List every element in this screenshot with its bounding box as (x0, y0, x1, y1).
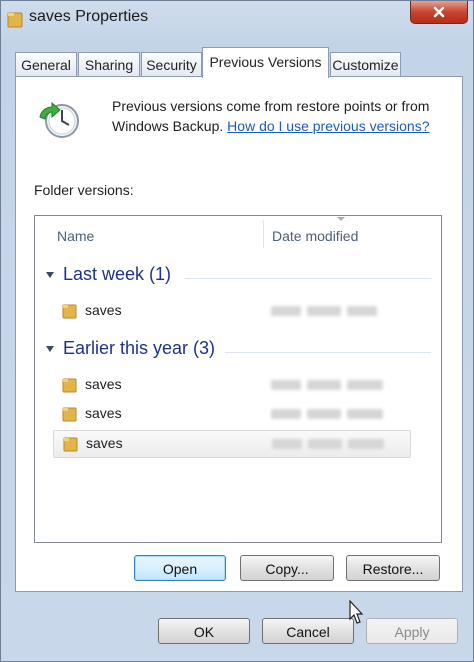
list-item[interactable]: saves (53, 372, 411, 398)
tab-customize[interactable]: Customize (330, 52, 401, 76)
tab-general[interactable]: General (15, 52, 77, 76)
copy-button[interactable]: Copy... (240, 555, 334, 581)
date-modified-redacted (271, 377, 391, 393)
list-item[interactable]: saves (53, 298, 411, 324)
mouse-pointer-icon (349, 600, 364, 624)
group-last-week[interactable]: Last week (1) (35, 262, 441, 292)
folder-versions-label: Folder versions: (34, 182, 134, 198)
column-header-name[interactable]: Name (57, 228, 94, 244)
group-divider (185, 278, 431, 279)
apply-button[interactable]: Apply (366, 618, 458, 644)
help-link[interactable]: How do I use previous versions? (227, 118, 429, 134)
folder-icon (62, 304, 77, 319)
restore-clock-icon (39, 101, 79, 138)
versions-list[interactable]: Name Date modified Last week (1) saves E… (34, 215, 442, 543)
ok-button[interactable]: OK (158, 618, 250, 644)
intro-text: Previous versions come from restore poin… (112, 96, 452, 136)
column-header-date-modified[interactable]: Date modified (272, 228, 358, 244)
restore-button[interactable]: Restore... (346, 555, 440, 581)
folder-icon (63, 437, 78, 452)
close-icon (433, 6, 445, 18)
group-earlier-this-year[interactable]: Earlier this year (3) (35, 336, 441, 366)
properties-dialog: saves Properties General Sharing Securit… (0, 0, 474, 662)
column-separator[interactable] (263, 220, 264, 248)
cancel-button[interactable]: Cancel (262, 618, 354, 644)
group-title: Earlier this year (3) (63, 338, 216, 358)
folder-icon (62, 407, 77, 422)
title-bar[interactable]: saves Properties (1, 1, 473, 37)
list-item-selected[interactable]: saves (53, 430, 411, 458)
collapse-arrow-icon[interactable] (46, 272, 54, 278)
tab-strip: General Sharing Security Previous Versio… (15, 47, 465, 78)
previous-versions-panel: Previous versions come from restore poin… (15, 76, 463, 592)
item-name: saves (86, 435, 123, 451)
list-item[interactable]: saves (53, 401, 411, 427)
item-name: saves (85, 376, 122, 392)
folder-icon (7, 12, 23, 28)
open-button[interactable]: Open (134, 555, 226, 581)
tab-previous-versions[interactable]: Previous Versions (202, 47, 329, 78)
date-modified-redacted (271, 303, 391, 319)
folder-icon (62, 378, 77, 393)
group-title: Last week (1) (63, 264, 172, 284)
date-modified-redacted (271, 406, 391, 422)
tab-security[interactable]: Security (141, 52, 202, 76)
group-divider (225, 352, 431, 353)
item-name: saves (85, 302, 122, 318)
collapse-arrow-icon[interactable] (46, 346, 54, 352)
list-header: Name Date modified (35, 216, 441, 252)
sort-indicator-icon (337, 217, 345, 221)
window-title: saves Properties (29, 8, 149, 25)
tab-sharing[interactable]: Sharing (78, 52, 140, 76)
item-name: saves (85, 405, 122, 421)
date-modified-redacted (272, 436, 392, 452)
close-button[interactable] (410, 1, 468, 24)
